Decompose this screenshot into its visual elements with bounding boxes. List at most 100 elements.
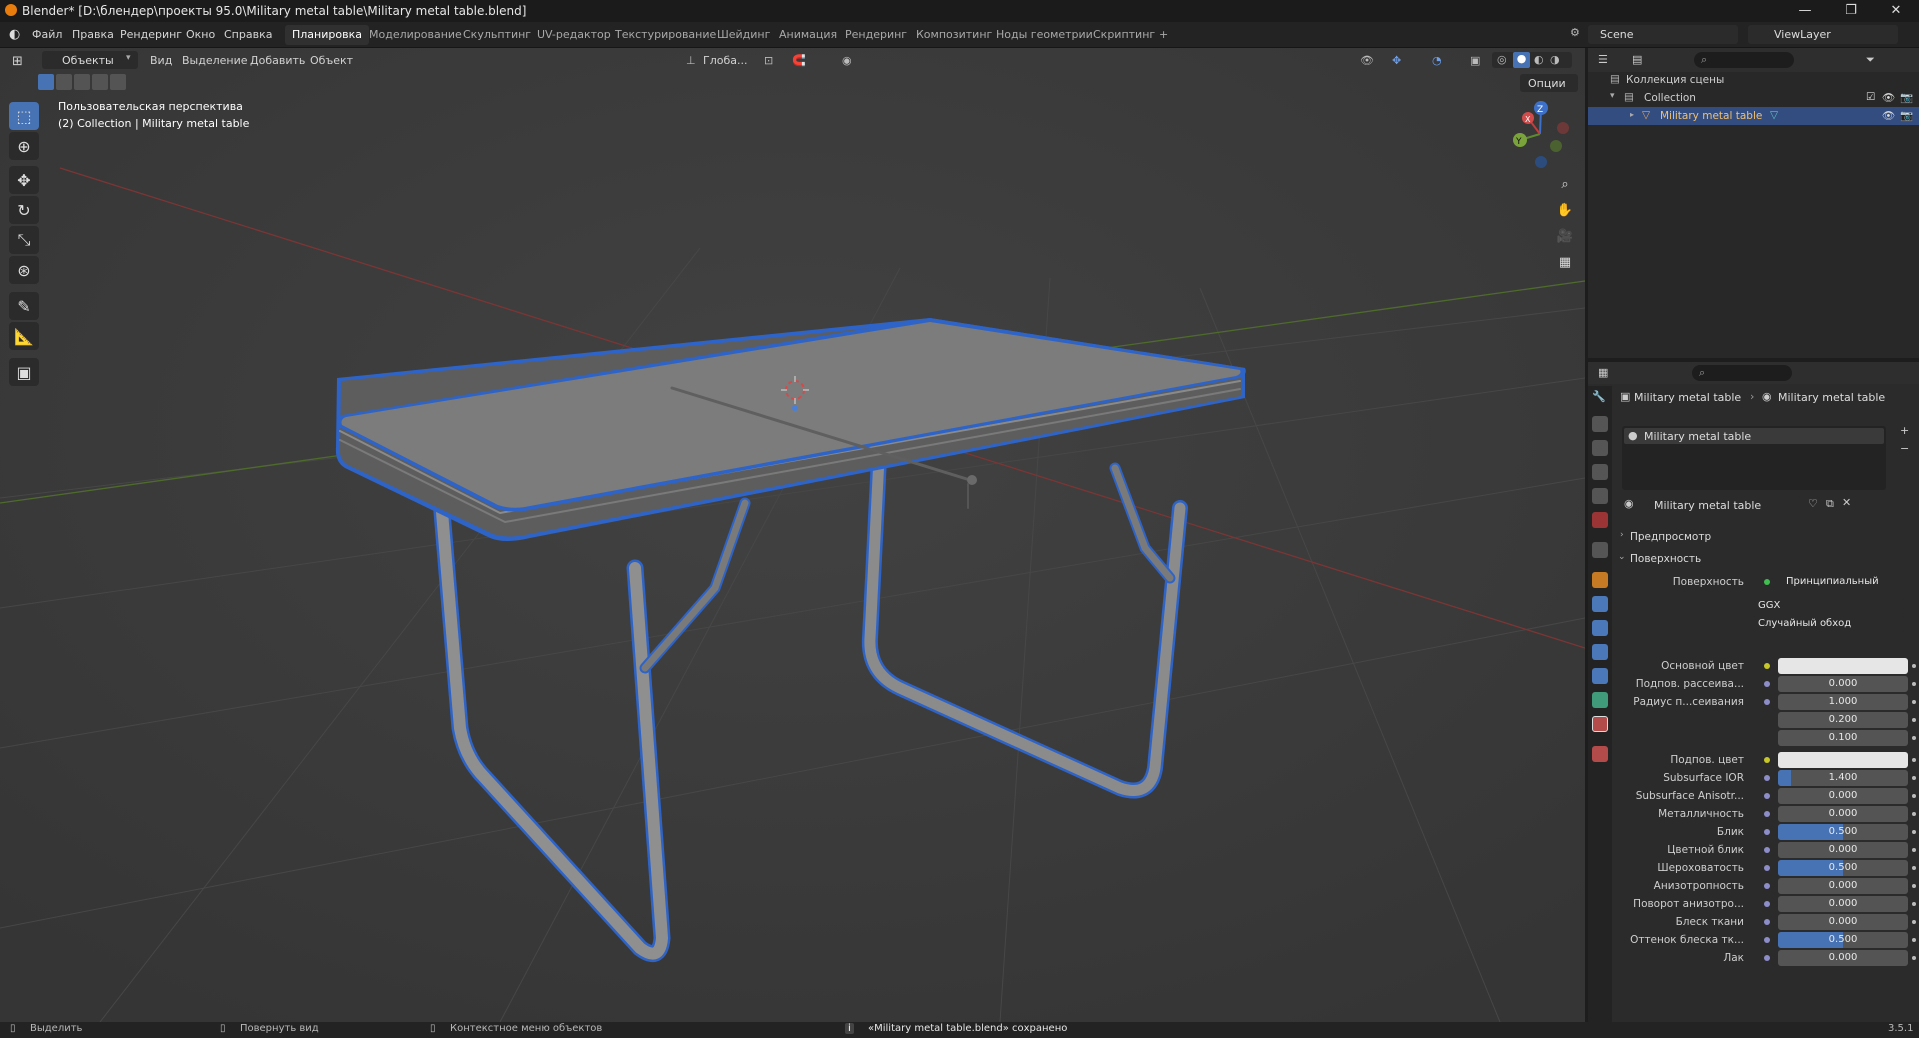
value-slider[interactable]: 0.000 bbox=[1778, 676, 1908, 692]
pivot-icon[interactable]: ⊡ bbox=[764, 54, 773, 67]
menu-view[interactable]: Вид bbox=[150, 54, 172, 67]
keyframe-dot-icon[interactable] bbox=[1912, 682, 1916, 686]
collection-tab-icon[interactable] bbox=[1592, 542, 1608, 558]
mesh-data-icon[interactable]: ▽ bbox=[1770, 109, 1778, 121]
tool-tab-icon[interactable]: 🔧 bbox=[1592, 390, 1608, 406]
input-socket-icon[interactable] bbox=[1764, 699, 1770, 705]
add-cube-tool[interactable]: ▣ bbox=[9, 358, 39, 386]
input-socket-icon[interactable] bbox=[1764, 775, 1770, 781]
menu-select[interactable]: Выделение bbox=[182, 54, 248, 67]
eye-icon[interactable]: 👁 bbox=[1882, 91, 1895, 104]
section-preview[interactable]: › Предпросмотр bbox=[1612, 528, 1919, 548]
render-camera-icon[interactable]: 📷 bbox=[1900, 109, 1913, 122]
keyframe-dot-icon[interactable] bbox=[1912, 664, 1916, 668]
scale-tool[interactable]: ⤡ bbox=[9, 226, 39, 254]
material-name-field[interactable]: Military metal table bbox=[1646, 496, 1800, 513]
tab-animation[interactable]: Анимация bbox=[772, 25, 844, 45]
wireframe-shading-icon[interactable]: ◎ bbox=[1497, 53, 1507, 66]
remove-slot-button[interactable]: − bbox=[1900, 442, 1909, 455]
keyframe-dot-icon[interactable] bbox=[1912, 938, 1916, 942]
select-intersect-icon[interactable] bbox=[110, 74, 126, 90]
outliner-editor-icon[interactable]: ☰ bbox=[1598, 53, 1608, 66]
select-new-icon[interactable] bbox=[38, 74, 54, 90]
tab-texture-paint[interactable]: Текстурирование bbox=[608, 25, 723, 45]
transform-tool[interactable]: ⊛ bbox=[9, 256, 39, 284]
measure-tool[interactable]: 📐 bbox=[9, 322, 39, 350]
view-layer-tab-icon[interactable] bbox=[1592, 464, 1608, 480]
value-slider[interactable]: 0.000 bbox=[1778, 842, 1908, 858]
visibility-icon[interactable]: 👁 bbox=[1360, 54, 1374, 67]
close-button[interactable]: ✕ bbox=[1873, 0, 1919, 22]
keyframe-dot-icon[interactable] bbox=[1912, 758, 1916, 762]
value-slider[interactable]: 0.500 bbox=[1778, 824, 1908, 840]
duplicate-icon[interactable]: ⧉ bbox=[1826, 497, 1834, 511]
input-socket-icon[interactable] bbox=[1764, 865, 1770, 871]
unlink-icon[interactable]: ✕ bbox=[1842, 496, 1851, 509]
input-socket-icon[interactable] bbox=[1764, 955, 1770, 961]
properties-search-input[interactable]: ⌕ bbox=[1692, 365, 1792, 381]
input-socket-icon[interactable] bbox=[1764, 829, 1770, 835]
zoom-icon[interactable]: ⌕ bbox=[1553, 172, 1577, 196]
snap-icon[interactable]: 🧲 bbox=[792, 54, 806, 67]
value-slider[interactable]: 0.000 bbox=[1778, 788, 1908, 804]
input-socket-icon[interactable] bbox=[1764, 681, 1770, 687]
maximize-button[interactable]: ❐ bbox=[1828, 0, 1874, 22]
value-slider[interactable]: 0.000 bbox=[1778, 806, 1908, 822]
select-box-tool[interactable]: ⬚ bbox=[9, 102, 39, 130]
physics-tab-icon[interactable] bbox=[1592, 644, 1608, 660]
menu-window[interactable]: Окно bbox=[186, 28, 215, 41]
solid-shading-icon[interactable]: ● bbox=[1513, 52, 1530, 68]
data-tab-icon[interactable] bbox=[1592, 692, 1608, 708]
modifier-tab-icon[interactable] bbox=[1592, 596, 1608, 612]
options-dropdown[interactable]: Опции bbox=[1520, 74, 1578, 92]
input-socket-icon[interactable] bbox=[1764, 919, 1770, 925]
outliner-search-input[interactable]: ⌕ bbox=[1694, 52, 1794, 68]
keyframe-dot-icon[interactable] bbox=[1912, 736, 1916, 740]
color-swatch[interactable] bbox=[1778, 752, 1908, 768]
minimize-button[interactable]: — bbox=[1782, 0, 1828, 22]
input-socket-icon[interactable] bbox=[1764, 901, 1770, 907]
scene-tab-icon[interactable] bbox=[1592, 488, 1608, 504]
tab-geometry-nodes[interactable]: Ноды геометрии bbox=[989, 25, 1100, 45]
menu-edit[interactable]: Правка bbox=[72, 28, 114, 41]
tab-compositing[interactable]: Композитинг bbox=[909, 25, 999, 45]
3d-viewport[interactable]: Z Y X ⊞ Объекты ▾ Вид Выделение Добавить… bbox=[0, 48, 1585, 1022]
cursor-tool[interactable]: ⊕ bbox=[9, 132, 39, 160]
outliner-row-scene-collection[interactable]: ▤ Коллекция сцены bbox=[1588, 71, 1919, 89]
value-slider[interactable]: 0.500 bbox=[1778, 932, 1908, 948]
input-socket-icon[interactable] bbox=[1764, 883, 1770, 889]
value-slider[interactable]: 0.000 bbox=[1778, 878, 1908, 894]
annotate-tool[interactable]: ✎ bbox=[9, 292, 39, 320]
expand-arrow-icon[interactable]: ▾ bbox=[1610, 91, 1615, 101]
object-tab-icon[interactable] bbox=[1592, 572, 1608, 588]
grid-view-icon[interactable]: ▦ bbox=[1553, 250, 1577, 274]
input-socket-icon[interactable] bbox=[1764, 937, 1770, 943]
exclude-checkbox-icon[interactable]: ☑ bbox=[1866, 91, 1875, 103]
rendered-shading-icon[interactable]: ◑ bbox=[1550, 53, 1560, 66]
mode-selector[interactable]: Объекты ▾ bbox=[42, 51, 138, 69]
value-slider[interactable]: 0.000 bbox=[1778, 896, 1908, 912]
render-tab-icon[interactable] bbox=[1592, 416, 1608, 432]
keyframe-dot-icon[interactable] bbox=[1912, 700, 1916, 704]
filter-icon[interactable]: ⏷ bbox=[1866, 53, 1875, 67]
menu-object[interactable]: Объект bbox=[310, 54, 353, 67]
editor-type-icon[interactable]: ⊞ bbox=[12, 54, 23, 69]
distribution-dropdown[interactable]: GGX bbox=[1752, 598, 1904, 614]
xray-icon[interactable]: ▣ bbox=[1470, 54, 1480, 67]
value-slider[interactable]: 0.100 bbox=[1778, 730, 1908, 746]
fake-user-icon[interactable]: ♡ bbox=[1808, 497, 1818, 510]
world-tab-icon[interactable] bbox=[1592, 512, 1608, 528]
add-slot-button[interactable]: + bbox=[1900, 424, 1909, 437]
eye-icon[interactable]: 👁 bbox=[1882, 109, 1895, 122]
color-swatch[interactable] bbox=[1778, 658, 1908, 674]
particles-tab-icon[interactable] bbox=[1592, 620, 1608, 636]
texture-tab-icon[interactable] bbox=[1592, 746, 1608, 762]
menu-help[interactable]: Справка bbox=[224, 28, 272, 41]
outliner-row-collection[interactable]: ▾ ▤ Collection ☑ 👁 📷 bbox=[1588, 89, 1919, 107]
add-workspace-button[interactable]: + bbox=[1152, 25, 1175, 45]
blender-menu-icon[interactable]: ◐ bbox=[9, 27, 20, 42]
outliner-row-military-metal-table[interactable]: ▸ ▽ Military metal table ▽ 👁 📷 bbox=[1588, 107, 1919, 125]
input-socket-icon[interactable] bbox=[1764, 793, 1770, 799]
render-camera-icon[interactable]: 📷 bbox=[1900, 91, 1913, 104]
select-invert-icon[interactable] bbox=[92, 74, 108, 90]
